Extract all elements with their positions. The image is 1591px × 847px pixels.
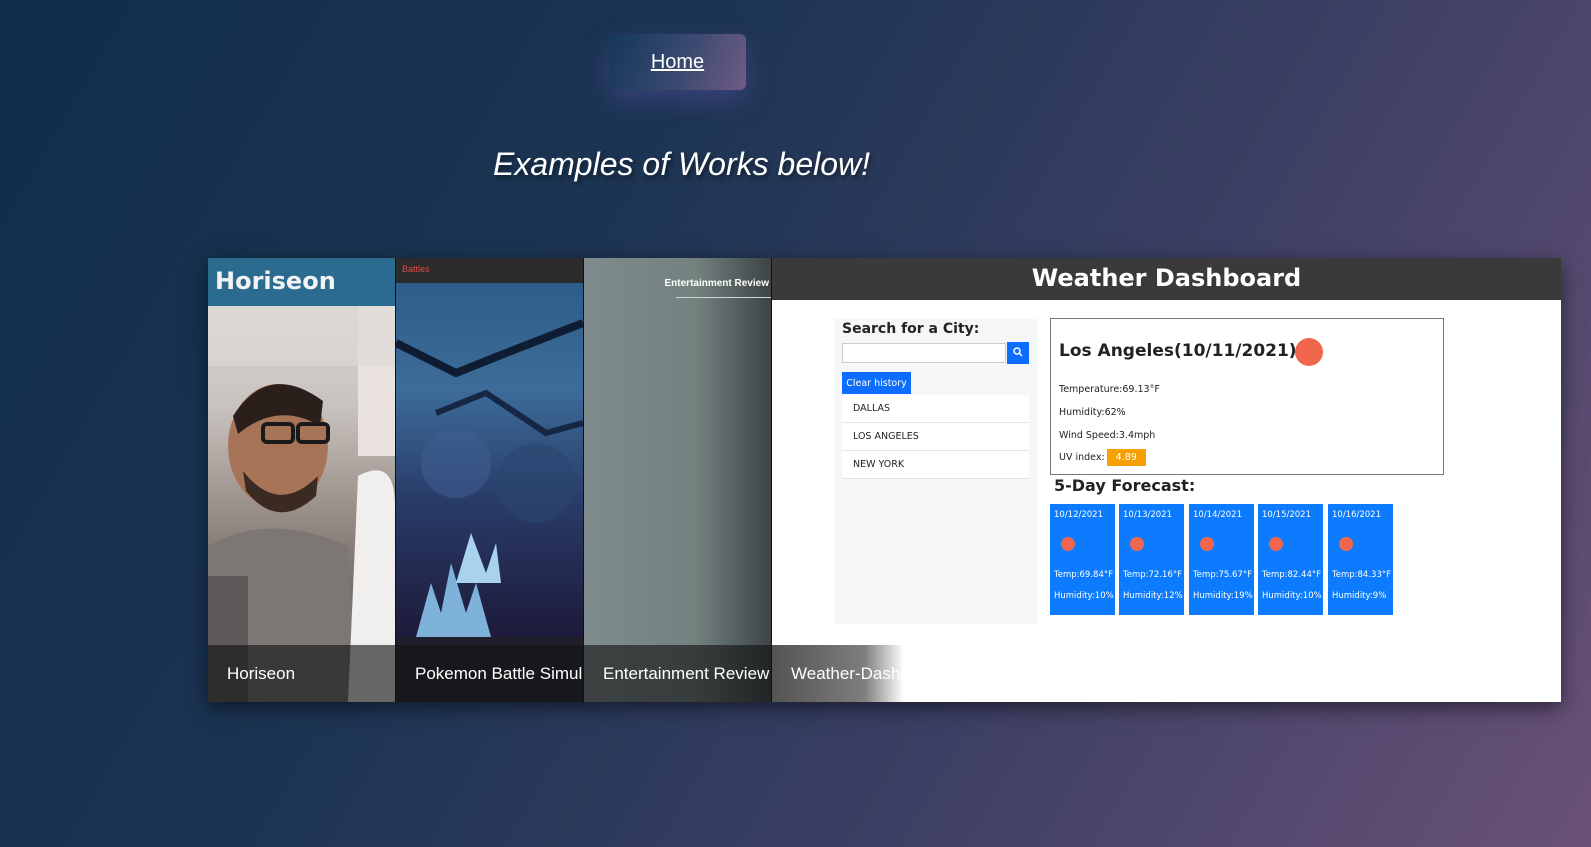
search-history-list: DALLAS LOS ANGELES NEW YORK — [842, 395, 1029, 479]
city-search-input[interactable] — [842, 343, 1006, 363]
current-temperature: Temperature:69.13°F — [1059, 384, 1160, 395]
page-headline: Examples of Works below! — [493, 146, 871, 182]
weather-sun-icon — [1339, 537, 1353, 551]
weather-sun-icon — [1130, 537, 1144, 551]
clear-history-button[interactable]: Clear history — [842, 372, 911, 394]
pokemon-pixel-art — [396, 283, 583, 637]
weather-sun-icon — [1269, 537, 1283, 551]
current-city-date: Los Angeles(10/11/2021) — [1059, 341, 1297, 361]
work-card-weather[interactable]: Weather Dashboard Search for a City: Cle… — [772, 258, 1561, 702]
current-wind-speed: Wind Speed:3.4mph — [1059, 430, 1156, 441]
forecast-date: 10/14/2021 — [1193, 510, 1242, 520]
weather-search-sidebar: Search for a City: Clear history DALLAS … — [834, 319, 1037, 624]
forecast-date: 10/15/2021 — [1262, 510, 1311, 520]
forecast-humidity: Humidity:10% — [1054, 591, 1114, 601]
weather-sun-icon — [1061, 537, 1075, 551]
forecast-humidity: Humidity:9% — [1332, 591, 1387, 601]
pokemon-navbar: Battles — [396, 258, 583, 283]
work-caption-entertainment: Entertainment Review — [584, 645, 771, 702]
history-item-new-york[interactable]: NEW YORK — [842, 451, 1029, 479]
forecast-title: 5-Day Forecast: — [1054, 476, 1196, 495]
weather-title: Weather Dashboard — [1031, 264, 1302, 292]
current-uv-index: UV index: 4.89 — [1059, 449, 1146, 466]
current-humidity: Humidity:62% — [1059, 407, 1126, 418]
forecast-card: 10/16/2021 Temp:84.33°F Humidity:9% — [1328, 504, 1393, 615]
person-photo-image — [208, 306, 395, 702]
weather-header: Weather Dashboard — [772, 258, 1561, 300]
uv-index-badge: 4.89 — [1106, 449, 1146, 466]
forecast-date: 10/16/2021 — [1332, 510, 1381, 520]
work-caption-pokemon: Pokemon Battle Simulat — [396, 645, 583, 702]
search-icon — [1013, 346, 1023, 357]
forecast-temp: Temp:69.84°F — [1054, 570, 1113, 580]
uv-index-label: UV index: — [1059, 452, 1105, 463]
search-button[interactable] — [1007, 342, 1029, 364]
weather-sun-icon — [1200, 537, 1214, 551]
history-item-dallas[interactable]: DALLAS — [842, 395, 1029, 423]
forecast-temp: Temp:84.33°F — [1332, 570, 1391, 580]
entertainment-nav-title: Entertainment Review — [664, 278, 769, 289]
forecast-card: 10/12/2021 Temp:69.84°F Humidity:10% — [1050, 504, 1115, 615]
forecast-date: 10/12/2021 — [1054, 510, 1103, 520]
work-caption-horiseon: Horiseon — [208, 645, 395, 702]
forecast-card: 10/13/2021 Temp:72.16°F Humidity:12% — [1119, 504, 1184, 615]
forecast-temp: Temp:82.44°F — [1262, 570, 1321, 580]
horiseon-header: Horiseon — [208, 258, 395, 306]
entertainment-divider — [676, 297, 771, 298]
horiseon-logo: Horiseon — [215, 267, 336, 295]
home-button[interactable]: Home — [609, 34, 746, 90]
home-link[interactable]: Home — [651, 51, 704, 74]
history-item-los-angeles[interactable]: LOS ANGELES — [842, 423, 1029, 451]
work-card-horiseon[interactable]: Horiseon Horiseon — [208, 258, 396, 702]
forecast-date: 10/13/2021 — [1123, 510, 1172, 520]
current-weather-card: Los Angeles(10/11/2021) Temperature:69.1… — [1050, 318, 1444, 475]
forecast-card: 10/15/2021 Temp:82.44°F Humidity:10% — [1258, 504, 1323, 615]
works-gallery: Horiseon Horiseon Battles Pokemon Battle… — [208, 258, 1561, 702]
horiseon-photo — [208, 306, 395, 702]
work-caption-weather: Weather-Dashb — [772, 645, 904, 702]
forecast-temp: Temp:72.16°F — [1123, 570, 1182, 580]
forecast-humidity: Humidity:19% — [1193, 591, 1253, 601]
forecast-humidity: Humidity:10% — [1262, 591, 1322, 601]
pixel-forest-image — [396, 319, 583, 637]
work-card-pokemon[interactable]: Battles Pokemon Battle Simulat — [396, 258, 584, 702]
work-card-entertainment[interactable]: Entertainment Review Entertainment Revie… — [584, 258, 772, 702]
pokemon-logo: Battles — [402, 264, 430, 274]
forecast-temp: Temp:75.67°F — [1193, 570, 1252, 580]
weather-sun-icon — [1295, 338, 1323, 366]
forecast-humidity: Humidity:12% — [1123, 591, 1183, 601]
city-search-label: Search for a City: — [842, 321, 980, 337]
forecast-card: 10/14/2021 Temp:75.67°F Humidity:19% — [1189, 504, 1254, 615]
